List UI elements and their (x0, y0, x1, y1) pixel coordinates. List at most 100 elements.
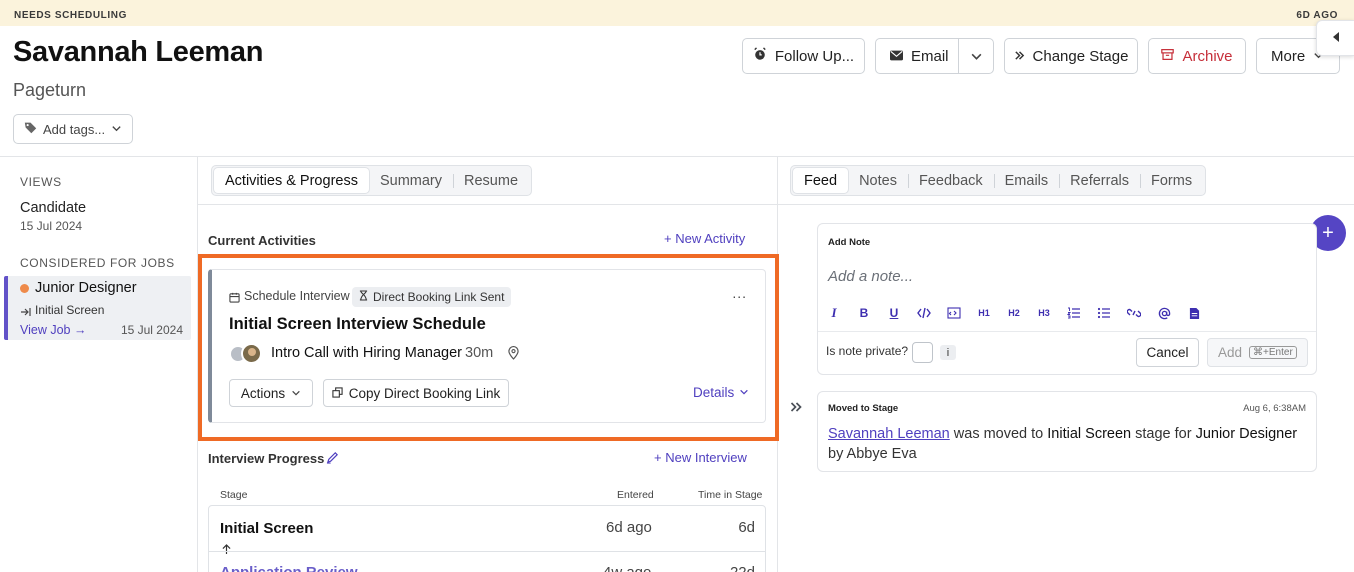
new-activity-label: New Activity (675, 231, 746, 246)
plus-icon: + (664, 231, 672, 246)
details-toggle[interactable]: Details (693, 385, 749, 400)
header-divider (0, 156, 1354, 157)
jobs-heading: CONSIDERED FOR JOBS (20, 256, 175, 270)
archive-button[interactable]: Archive (1148, 38, 1246, 74)
tab-resume[interactable]: Resume (453, 168, 529, 193)
current-activities-title: Current Activities (208, 233, 316, 248)
cancel-button[interactable]: Cancel (1136, 338, 1199, 367)
email-button[interactable]: Email (875, 38, 994, 74)
email-label: Email (911, 47, 949, 65)
job-status-dot (20, 284, 29, 293)
feed-job: Junior Designer (1195, 426, 1298, 442)
italic-button[interactable]: I (826, 305, 842, 321)
copy-booking-link-label: Copy Direct Booking Link (348, 385, 501, 401)
tab-notes[interactable]: Notes (848, 168, 908, 193)
pencil-icon[interactable] (326, 451, 339, 469)
follow-up-button[interactable]: Follow Up... (742, 38, 865, 74)
view-job-label: View Job (20, 323, 71, 337)
email-dropdown-chevron-icon[interactable] (970, 50, 983, 67)
bullet-list-icon[interactable] (1096, 305, 1112, 321)
tab-forms[interactable]: Forms (1139, 168, 1203, 193)
tab-emails[interactable]: Emails (993, 168, 1060, 193)
more-label: More (1271, 47, 1306, 65)
add-note-heading: Add Note (828, 237, 871, 248)
row-time: 22d (730, 564, 755, 572)
tab-feedback[interactable]: Feedback (907, 168, 994, 193)
alarm-clock-icon (753, 47, 767, 65)
right-tabs-divider (778, 204, 1354, 205)
table-row[interactable]: Initial Screen 6d ago 6d (209, 506, 765, 554)
bold-button[interactable]: B (856, 305, 872, 321)
tag-icon (24, 121, 37, 137)
change-stage-button[interactable]: Change Stage (1004, 38, 1138, 74)
left-tabs-divider (198, 204, 777, 205)
actions-label: Actions (240, 385, 286, 401)
double-chevron-right-icon (1014, 48, 1025, 65)
column-entered: Entered (617, 489, 654, 501)
avatar (241, 343, 262, 364)
archive-box-icon (1161, 48, 1175, 65)
document-icon[interactable] (1186, 305, 1202, 321)
private-checkbox[interactable] (912, 342, 933, 363)
activity-type: Schedule Interview (244, 289, 350, 303)
tab-feed[interactable]: Feed (793, 168, 849, 193)
activity-title: Initial Screen Interview Schedule (229, 315, 486, 333)
view-candidate[interactable]: Candidate (20, 200, 86, 216)
add-label: Add (1218, 345, 1243, 360)
feed-text: stage for (1131, 426, 1196, 442)
chevron-down-icon (111, 122, 122, 137)
view-job-link[interactable]: View Job → (20, 323, 86, 337)
tab-summary[interactable]: Summary (369, 168, 453, 193)
heading2-button[interactable]: H2 (1006, 305, 1022, 321)
tab-referrals[interactable]: Referrals (1059, 168, 1140, 193)
add-tags-button[interactable]: Add tags... (13, 114, 133, 144)
feed-heading: Moved to Stage (828, 403, 899, 414)
code-block-icon[interactable] (946, 305, 962, 321)
heading1-button[interactable]: H1 (976, 305, 992, 321)
double-chevron-right-icon[interactable] (790, 400, 803, 418)
job-date: 15 Jul 2024 (120, 323, 183, 337)
private-label: Is note private? (826, 344, 909, 358)
note-input[interactable]: Add a note... (828, 268, 913, 285)
code-icon[interactable] (916, 305, 932, 321)
link-icon[interactable] (1126, 305, 1142, 321)
activity-card: Schedule Interview Direct Booking Link S… (208, 269, 766, 423)
chevron-down-icon (291, 386, 301, 401)
feed-time: Aug 6, 6:38AM (1243, 403, 1306, 414)
actions-dropdown-button[interactable]: Actions (229, 379, 313, 407)
copy-booking-link-button[interactable]: Copy Direct Booking Link (323, 379, 509, 407)
add-tags-label: Add tags... (43, 121, 106, 137)
column-stage: Stage (220, 489, 248, 501)
interviewer-avatars (229, 343, 262, 365)
candidate-name: Savannah Leeman (13, 36, 264, 68)
collapse-panel-button[interactable] (1316, 20, 1354, 56)
new-activity-link[interactable]: + New Activity (664, 231, 745, 246)
interview-progress-title: Interview Progress (208, 451, 325, 466)
new-interview-label: New Interview (665, 450, 747, 465)
archive-label: Archive (1182, 47, 1233, 65)
feed-item: Moved to Stage Aug 6, 6:38AM Savannah Le… (817, 391, 1317, 472)
arrow-right-icon: → (73, 323, 87, 337)
activity-more-menu[interactable]: ... (732, 285, 747, 301)
mention-icon[interactable] (1156, 305, 1172, 321)
add-note-button[interactable]: Add ⌘+Enter (1207, 338, 1308, 367)
tab-activities-progress[interactable]: Activities & Progress (214, 168, 369, 193)
booking-status-label: Direct Booking Link Sent (373, 290, 505, 304)
hourglass-icon (359, 290, 368, 304)
row-time: 6d (738, 519, 755, 536)
underline-button[interactable]: U (886, 305, 902, 321)
candidate-link[interactable]: Savannah Leeman (828, 426, 950, 442)
heading3-button[interactable]: H3 (1036, 305, 1052, 321)
ordered-list-icon[interactable] (1066, 305, 1082, 321)
job-card[interactable]: Junior Designer Initial Screen View Job … (4, 276, 191, 340)
feed-text: was moved to (949, 426, 1048, 442)
views-heading: VIEWS (20, 175, 62, 189)
booking-status-chip: Direct Booking Link Sent (352, 287, 512, 307)
add-note-panel: Add Note Add a note... Is note private? … (817, 223, 1317, 375)
table-row[interactable]: Application Review 4w ago 22d (209, 552, 765, 572)
interview-name: Intro Call with Hiring Manager (271, 345, 462, 361)
interview-progress-table: Initial Screen 6d ago 6d Application Rev… (208, 505, 766, 572)
info-icon[interactable]: i (940, 345, 956, 360)
new-interview-link[interactable]: + New Interview (654, 450, 747, 465)
stage-arrow-icon (20, 304, 32, 322)
